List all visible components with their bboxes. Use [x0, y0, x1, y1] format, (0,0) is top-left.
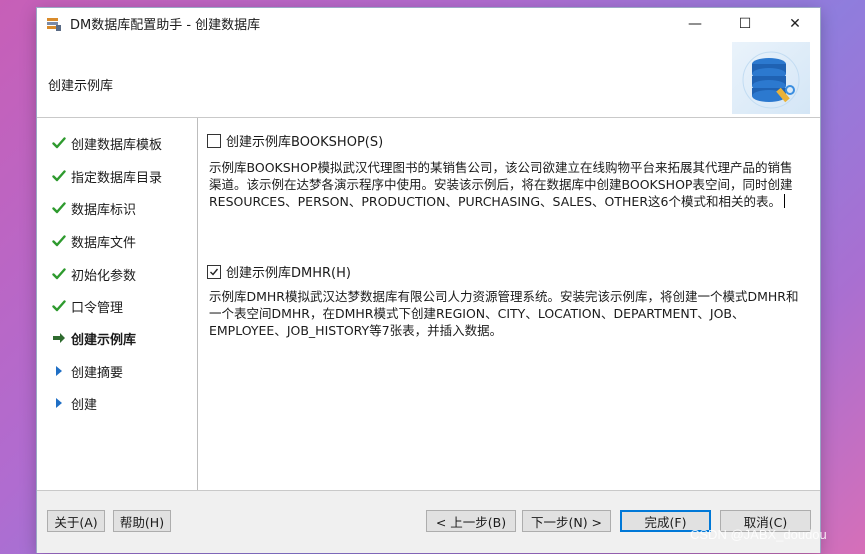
step-item: 创建数据库模板	[51, 132, 162, 154]
dmhr-option[interactable]: 创建示例库DMHR(H)	[207, 262, 351, 281]
step-label: 指定数据库目录	[71, 170, 163, 186]
content-panel: 创建示例库BOOKSHOP(S) 示例库BOOKSHOP模拟武汉代理图书的某销售…	[198, 118, 820, 490]
close-button[interactable]: ✕	[770, 8, 820, 39]
check-icon	[51, 233, 67, 249]
title-bar[interactable]: DM数据库配置助手 - 创建数据库 — ☐ ✕	[37, 8, 820, 39]
bookshop-checkbox[interactable]	[207, 133, 221, 148]
step-item: 口令管理	[51, 295, 123, 317]
step-item: 数据库标识	[51, 197, 136, 219]
step-label: 数据库文件	[71, 235, 137, 251]
pending-step-arrow-icon	[51, 395, 67, 411]
step-item: 创建示例库	[51, 327, 136, 349]
button-bar: 关于(A) 帮助(H) < 上一步(B) 下一步(N) > 完成(F) 取消(C…	[37, 490, 820, 553]
step-item: 创建摘要	[51, 360, 123, 382]
bookshop-option[interactable]: 创建示例库BOOKSHOP(S)	[207, 131, 383, 150]
maximize-button[interactable]: ☐	[720, 8, 770, 39]
step-label: 创建摘要	[71, 365, 124, 381]
dm-config-window: DM数据库配置助手 - 创建数据库 — ☐ ✕ 创建示例库 创建数据库模板 指定…	[37, 8, 820, 553]
text-cursor	[783, 194, 785, 208]
current-step-arrow-icon	[51, 330, 67, 346]
app-icon	[47, 17, 61, 31]
check-icon	[51, 200, 67, 216]
step-item: 指定数据库目录	[51, 165, 162, 187]
next-button[interactable]: 下一步(N) >	[522, 510, 611, 532]
window-title: DM数据库配置助手 - 创建数据库	[70, 18, 261, 33]
help-button[interactable]: 帮助(H)	[113, 510, 171, 532]
close-icon: ✕	[789, 15, 801, 32]
page-header: 创建示例库	[37, 39, 820, 118]
bookshop-description: 示例库BOOKSHOP模拟武汉代理图书的某销售公司，该公司欲建立在线购物平台来拓…	[209, 160, 793, 209]
step-item: 数据库文件	[51, 230, 136, 252]
maximize-icon: ☐	[738, 15, 752, 32]
step-label: 创建示例库	[71, 332, 137, 348]
dmhr-description: 示例库DMHR模拟武汉达梦数据库有限公司人力资源管理系统。安装完该示例库，将创建…	[209, 289, 799, 338]
step-list: 创建数据库模板 指定数据库目录 数据库标识数据库文件初始化参数口令管理创建示例库创建…	[37, 118, 198, 490]
check-icon	[51, 266, 67, 282]
step-item: 初始化参数	[51, 263, 136, 285]
page-title: 创建示例库	[48, 79, 114, 94]
about-button[interactable]: 关于(A)	[47, 510, 105, 532]
check-icon	[51, 168, 67, 184]
check-icon	[51, 135, 67, 151]
checkmark-icon	[210, 268, 219, 276]
pending-step-arrow-icon	[51, 363, 67, 379]
dmhr-checkbox[interactable]	[207, 264, 221, 279]
database-icon	[732, 42, 810, 114]
minimize-icon: —	[688, 15, 702, 32]
step-label: 口令管理	[71, 300, 124, 316]
minimize-button[interactable]: —	[670, 8, 720, 39]
prev-button[interactable]: < 上一步(B)	[426, 510, 516, 532]
watermark: CSDN @JABX_doudou	[690, 527, 827, 542]
check-icon	[51, 298, 67, 314]
step-item: 创建	[51, 392, 97, 414]
step-label: 数据库标识	[71, 202, 137, 218]
step-label: 创建	[71, 397, 98, 413]
dmhr-label: 创建示例库DMHR(H)	[226, 266, 351, 281]
bookshop-label: 创建示例库BOOKSHOP(S)	[226, 135, 384, 150]
step-label: 初始化参数	[71, 268, 137, 284]
step-label: 创建数据库模板	[71, 137, 163, 153]
